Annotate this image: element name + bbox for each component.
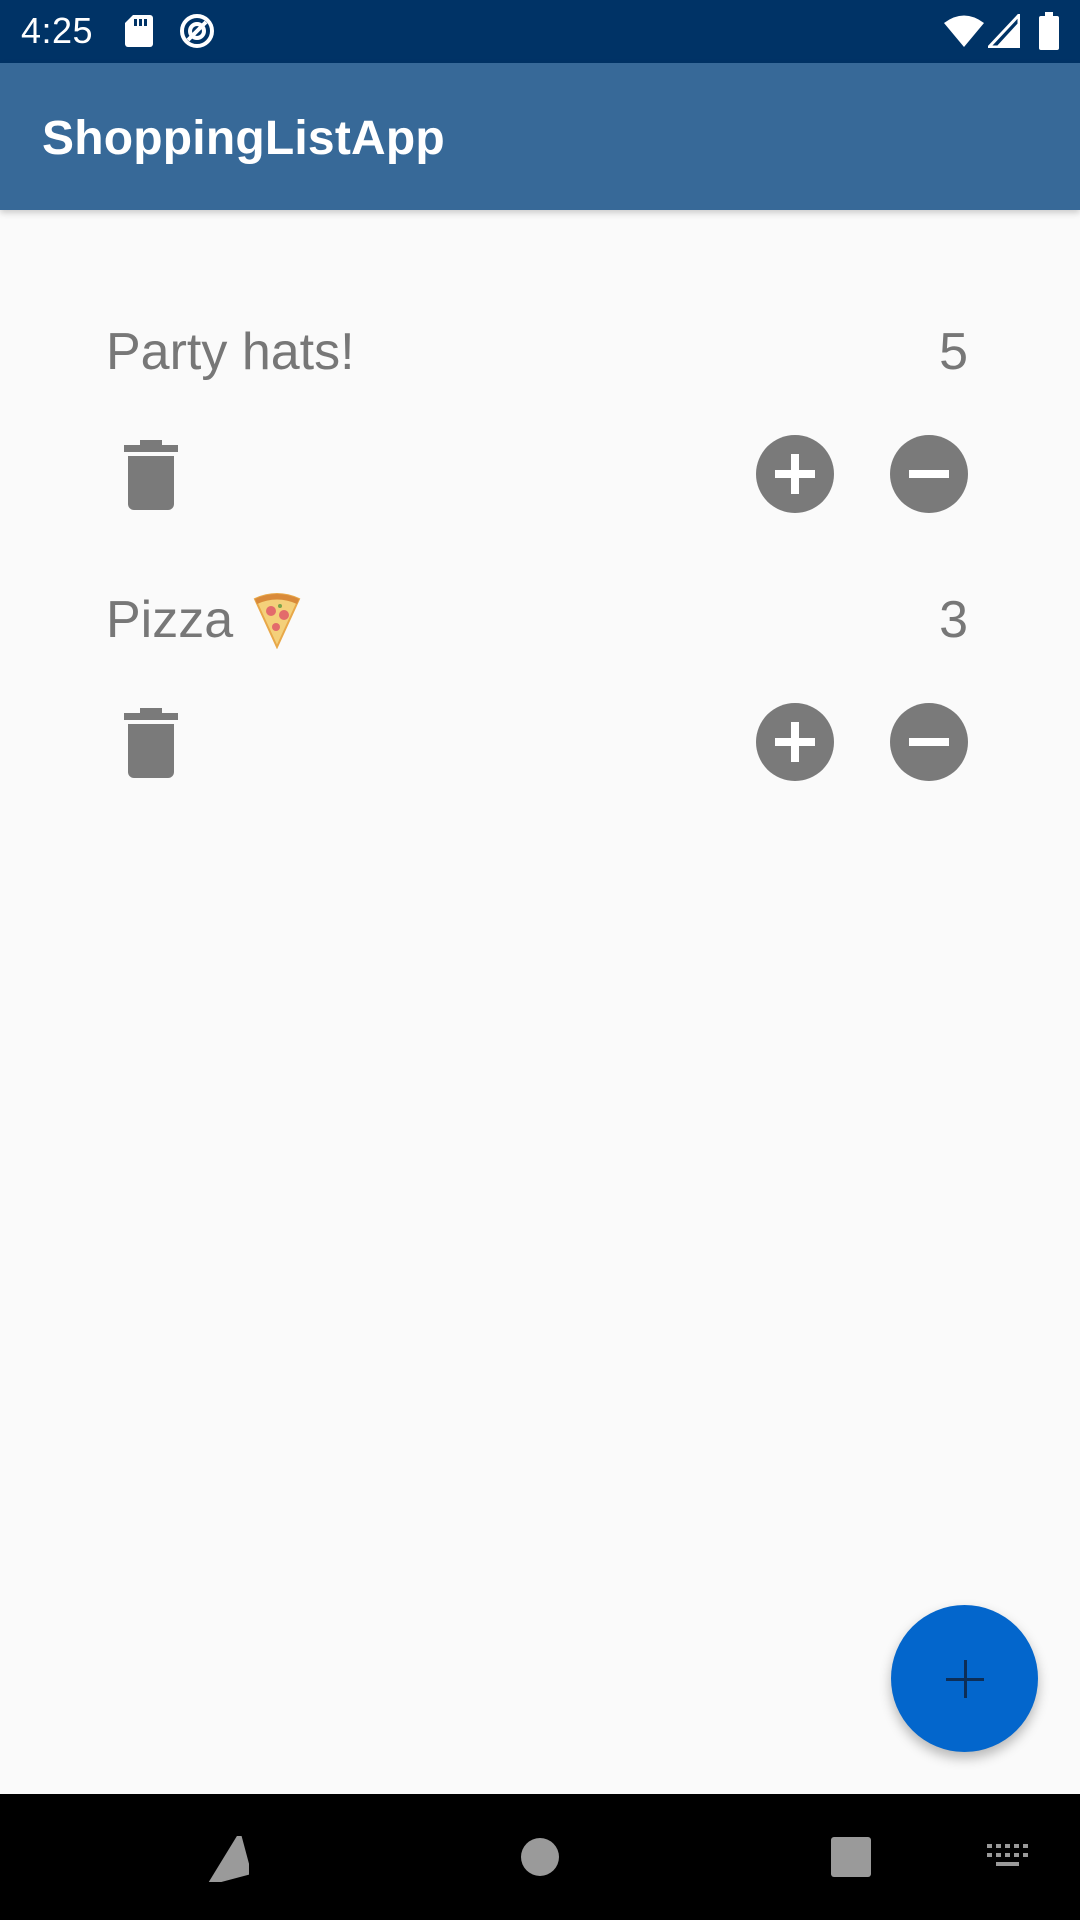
- plus-icon: [946, 1660, 984, 1698]
- app-title: ShoppingListApp: [42, 112, 445, 165]
- status-time: 4:25: [21, 10, 94, 51]
- minus-circle-icon[interactable]: [890, 435, 968, 513]
- plus-circle-icon[interactable]: [756, 703, 834, 781]
- keyboard-icon[interactable]: [987, 1844, 1029, 1870]
- trash-icon[interactable]: [122, 440, 180, 510]
- signal-icon: [988, 14, 1020, 48]
- sd-card-icon: [125, 15, 153, 47]
- item-quantity: 5: [939, 323, 968, 381]
- item-name-text: Party hats!: [106, 323, 355, 381]
- trash-icon[interactable]: [122, 708, 180, 778]
- status-bar: 4:25: [0, 0, 1080, 63]
- item-name-text: Pizza: [106, 591, 234, 649]
- item-name: Party hats!: [106, 322, 355, 382]
- battery-icon: [1039, 12, 1059, 50]
- recents-icon[interactable]: [831, 1837, 871, 1877]
- wifi-icon: [944, 15, 984, 47]
- back-icon[interactable]: [203, 1836, 249, 1882]
- minus-circle-icon[interactable]: [890, 703, 968, 781]
- home-icon[interactable]: [520, 1837, 560, 1877]
- add-item-button[interactable]: [891, 1605, 1038, 1752]
- pizza-emoji-icon: [253, 593, 301, 650]
- item-quantity: 3: [939, 591, 968, 649]
- data-saver-icon: [180, 14, 214, 48]
- app-bar: ShoppingListApp: [0, 63, 1080, 210]
- navigation-bar: [0, 1794, 1080, 1920]
- plus-circle-icon[interactable]: [756, 435, 834, 513]
- item-name: Pizza: [106, 590, 305, 650]
